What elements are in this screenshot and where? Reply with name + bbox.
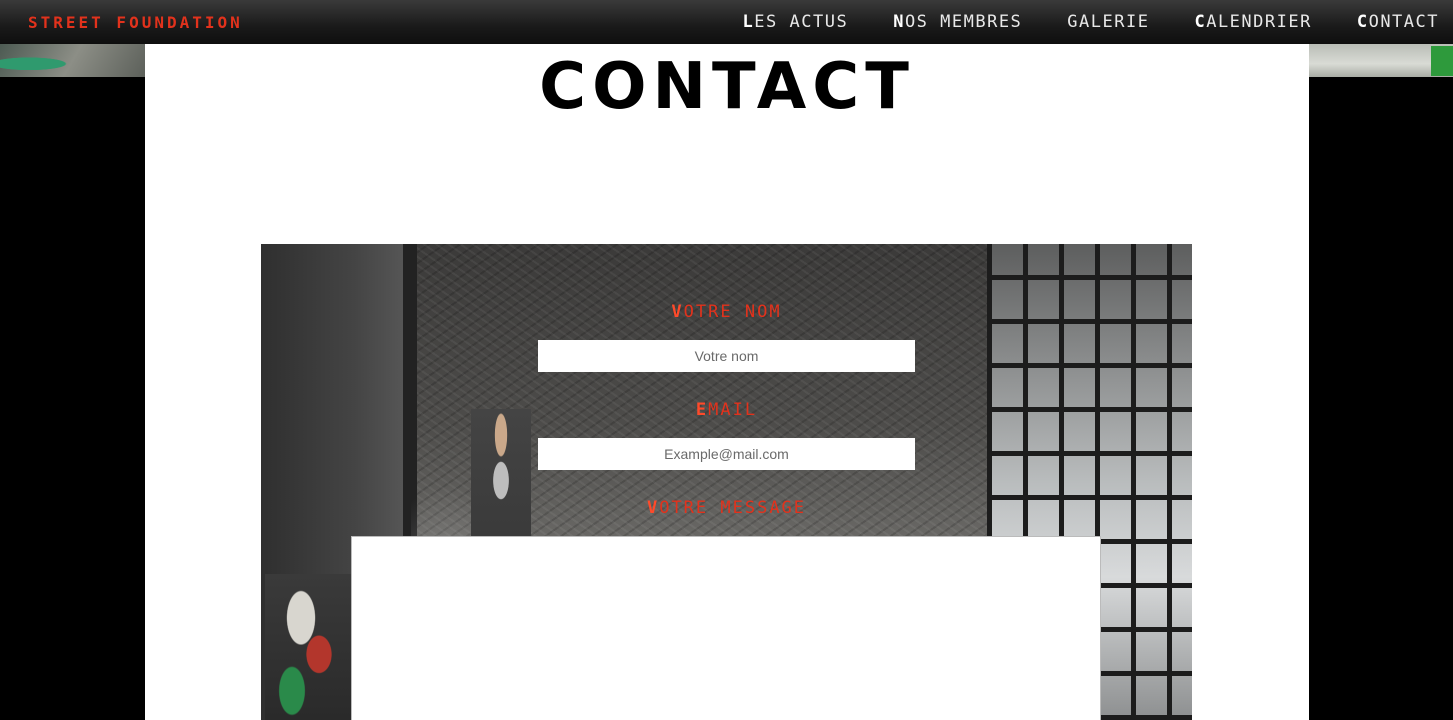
email-input[interactable] — [538, 438, 915, 470]
nav-initial: N — [893, 12, 905, 32]
name-input[interactable] — [538, 340, 915, 372]
nav-label: OS MEMBRES — [904, 12, 1023, 32]
nav-label: ES ACTUS — [754, 12, 849, 32]
message-textarea[interactable] — [351, 536, 1101, 720]
nav-contact[interactable]: CONTACT — [1357, 12, 1439, 32]
nav-les-actus[interactable]: LES ACTUS — [743, 12, 849, 32]
nav-initial: L — [742, 12, 755, 32]
label-text: MAIL — [708, 400, 758, 420]
nav-galerie[interactable]: GALERIE — [1067, 12, 1149, 32]
nav-label: ONTACT — [1368, 12, 1439, 32]
background-graffiti-right — [1308, 44, 1453, 77]
background-graffiti-left — [0, 44, 145, 77]
nav-initial: C — [1356, 12, 1369, 32]
nav-nos-membres[interactable]: NOS MEMBRES — [893, 12, 1022, 32]
nav-initial: C — [1194, 12, 1207, 32]
label-initial: V — [671, 302, 684, 322]
page-title: CONTACT — [539, 50, 915, 124]
background-photo-graffiti — [265, 574, 355, 720]
label-text: OTRE MESSAGE — [659, 498, 807, 518]
brand-logo[interactable]: STREET FOUNDATION — [28, 13, 243, 32]
main-nav: LES ACTUS NOS MEMBRES GALERIE CALENDRIER… — [698, 12, 1439, 32]
label-initial: V — [646, 498, 660, 518]
top-navbar: STREET FOUNDATION LES ACTUS NOS MEMBRES … — [0, 0, 1453, 44]
message-label: VOTRE MESSAGE — [261, 498, 1192, 518]
name-label: VOTRE NOM — [261, 302, 1192, 322]
nav-calendrier[interactable]: CALENDRIER — [1194, 12, 1311, 32]
email-label: EMAIL — [261, 400, 1192, 420]
label-text: OTRE NOM — [683, 302, 782, 322]
content-panel: CONTACT VOTRE NOM EMAIL VOTRE MESSAGE — [145, 44, 1309, 720]
nav-label: GALERIE — [1067, 12, 1150, 32]
contact-form: VOTRE NOM EMAIL VOTRE MESSAGE — [261, 244, 1192, 720]
background-photo-graffiti — [471, 409, 531, 539]
nav-label: ALENDRIER — [1206, 12, 1312, 32]
label-initial: E — [695, 400, 709, 420]
